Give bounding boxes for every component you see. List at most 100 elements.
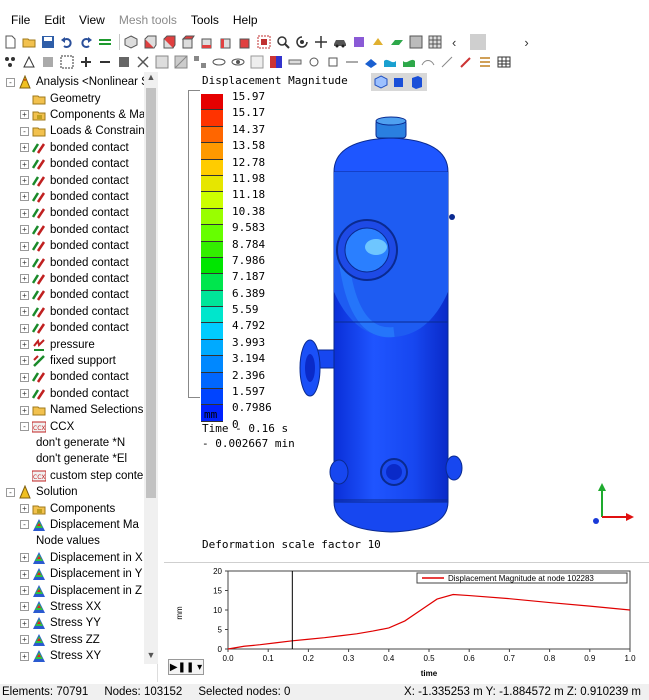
explode-icon[interactable] [192,54,208,70]
tree-item[interactable]: - Solution [6,484,78,500]
mesh-car-icon[interactable] [332,34,348,50]
shaded-icon[interactable] [370,34,386,50]
menu-view[interactable]: View [72,8,112,32]
tree-item[interactable]: - Analysis <Nonlinear S [6,74,149,90]
tree-item[interactable]: + bonded contact [20,386,129,402]
tree-item[interactable]: + bonded contact [20,304,129,320]
collapse-icon[interactable]: - [20,126,29,136]
expand-icon[interactable]: + [20,586,29,596]
tree-item[interactable]: + bonded contact [20,172,129,188]
3d-viewport[interactable]: Displacement Magnitude 15.97 15.17 14.37 13… [164,72,649,560]
align-icon[interactable] [477,54,493,70]
show-icon[interactable] [230,54,246,70]
tree-item[interactable]: + bonded contact [20,254,129,270]
redo-icon[interactable] [78,34,94,50]
tree-item[interactable]: CCX custom step conte [20,468,143,484]
top-view-icon[interactable] [180,34,196,50]
toolbar-scroll-right[interactable]: › [524,35,528,50]
back-view-icon[interactable] [161,34,177,50]
zoom-icon[interactable] [275,34,291,50]
collapse-icon[interactable]: - [6,487,15,497]
section-icon[interactable] [173,54,189,70]
tree-item[interactable]: + fixed support [20,353,116,369]
tree-item[interactable]: don't generate *N [36,435,125,451]
result-deformed-icon[interactable] [382,54,398,70]
iso-view-icon[interactable] [123,34,139,50]
right-view-icon[interactable] [237,34,253,50]
tree-item[interactable]: + bonded contact [20,287,129,303]
tree-item[interactable]: + bonded contact [20,369,129,385]
expand-icon[interactable]: + [20,405,29,415]
hide-icon[interactable] [211,54,227,70]
tree-item[interactable]: + Named Selections [20,402,143,418]
menu-edit[interactable]: Edit [37,8,72,32]
expand-icon[interactable]: + [20,110,29,120]
expand-icon[interactable]: + [20,553,29,563]
left-view-icon[interactable] [218,34,234,50]
expand-icon[interactable]: + [20,635,29,645]
menu-file[interactable]: File [4,8,37,32]
save-icon[interactable] [40,34,56,50]
expand-icon[interactable]: + [20,569,29,579]
tree-item[interactable]: + Stress XX [20,599,101,615]
scroll-thumb[interactable] [146,88,156,498]
select-plus-icon[interactable] [78,54,94,70]
expand-icon[interactable]: + [20,208,29,218]
collapse-icon[interactable]: - [20,422,29,432]
tree-item[interactable]: + Displacement in Z [20,582,142,598]
open-folder-icon[interactable] [21,34,37,50]
menu-tools[interactable]: Tools [184,8,226,32]
tree-item[interactable]: - Displacement Ma [20,517,139,533]
select-all-icon[interactable] [116,54,132,70]
result-undeformed-icon[interactable] [401,54,417,70]
tree-item[interactable]: + Stress YY [20,615,101,631]
expand-icon[interactable]: + [20,159,29,169]
expand-icon[interactable]: + [20,274,29,284]
tree-item[interactable]: + Stress XY [20,648,101,664]
expand-icon[interactable]: + [20,258,29,268]
tree-item[interactable]: don't generate *El [36,451,127,467]
tree-item[interactable]: + Stress ZZ [20,632,100,648]
expand-icon[interactable]: + [20,290,29,300]
surface-icon[interactable] [389,34,405,50]
element-query-icon[interactable] [325,54,341,70]
menu-mesh-tools[interactable]: Mesh tools [112,8,184,32]
probe-icon[interactable] [458,54,474,70]
tree-item[interactable]: + bonded contact [20,238,129,254]
table-icon[interactable] [496,54,512,70]
tree-item[interactable]: + bonded contact [20,222,129,238]
tree-item[interactable]: - CCX CCX [20,418,74,434]
tree-item[interactable]: + bonded contact [20,205,129,221]
tree-item[interactable]: + bonded contact [20,271,129,287]
distance-icon[interactable] [344,54,360,70]
zoom-fit-icon[interactable] [256,34,272,50]
select-surface-icon[interactable] [40,54,56,70]
expand-icon[interactable]: + [20,323,29,333]
toolbar-scroll-left[interactable]: ‹ [452,35,456,50]
pan-view-icon[interactable] [313,34,329,50]
tree-item[interactable]: - Loads & Constraints [20,123,154,139]
rotate-view-icon[interactable] [294,34,310,50]
expand-icon[interactable]: + [20,651,29,661]
scroll-down-arrow[interactable]: ▼ [144,650,158,664]
expand-icon[interactable]: + [20,176,29,186]
tree-item[interactable]: + bonded contact [20,189,129,205]
clear-selection-icon[interactable] [135,54,151,70]
graph-plot[interactable]: 20 15 10 5 00.0 0.1 0.2 0.3 0.4 0.5 0.6 0.7 0.8 0.9 1.… [164,563,649,683]
equals-icon[interactable] [97,34,113,50]
pressure-vessel-model[interactable] [294,112,474,537]
select-box-icon[interactable] [59,54,75,70]
select-minus-icon[interactable] [97,54,113,70]
tree-item[interactable]: Node values [36,533,100,549]
color-picker-icon[interactable] [351,34,367,50]
tree-item[interactable]: + bonded contact [20,140,129,156]
view-side-icon[interactable] [409,74,425,90]
result-blue-icon[interactable] [363,54,379,70]
play-pause-button[interactable]: ▶❚❚ ▾ [168,659,204,675]
front-view-icon[interactable] [142,34,158,50]
tree-item[interactable]: + Components [20,500,115,516]
tree-scrollbar[interactable]: ▲ ▼ [144,72,158,664]
expand-icon[interactable]: + [20,389,29,399]
time-history-graph[interactable]: 20 15 10 5 0 0.0 0.1 0.2 0.3 0.4 0.5 0.6 0.7 0.8 0.9 1.… [164,562,649,682]
expand-icon[interactable]: + [20,618,29,628]
